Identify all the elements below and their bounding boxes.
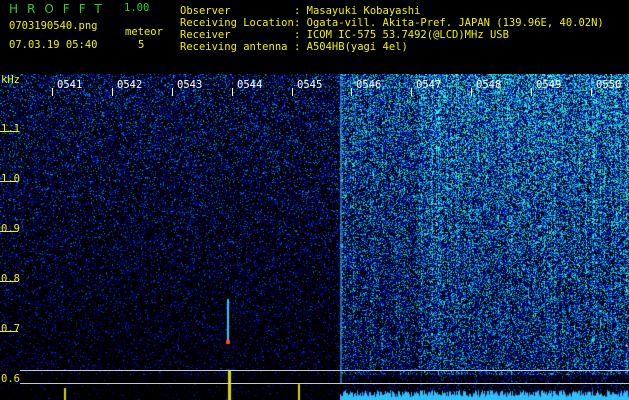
time-tick	[292, 88, 293, 96]
time-tick	[591, 88, 592, 96]
time-label: 0541	[57, 79, 83, 91]
time-tick	[411, 88, 412, 96]
time-tick	[351, 88, 352, 96]
time-tick	[232, 88, 233, 96]
time-label: 0547	[416, 79, 442, 91]
time-tick	[52, 88, 53, 96]
freq-label: 1.0	[1, 173, 20, 185]
freq-tick	[0, 231, 18, 232]
freq-label: 0.9	[1, 223, 20, 235]
meteor-count: 5	[138, 39, 145, 51]
location-label: Receiving Location	[180, 17, 294, 29]
receiver-label: Receiver	[180, 29, 231, 41]
meteor-label: meteor	[125, 26, 163, 38]
time-tick	[112, 88, 113, 96]
time-tick	[531, 88, 532, 96]
freq-tick	[0, 181, 18, 182]
time-label: 0550	[596, 79, 622, 91]
freq-label: 0.6	[1, 373, 20, 385]
reference-line	[20, 370, 629, 371]
freq-label: 0.8	[1, 273, 20, 285]
time-label: 0548	[476, 79, 502, 91]
app-logo: HROFFT	[9, 2, 111, 16]
observer-label: Observer	[180, 5, 231, 17]
reference-line	[20, 383, 629, 384]
time-label: 0544	[237, 79, 263, 91]
antenna-label: Receiving antenna	[180, 41, 288, 53]
time-label: 0545	[297, 79, 323, 91]
freq-tick	[0, 131, 18, 132]
freq-tick	[0, 331, 18, 332]
time-label: 0543	[177, 79, 203, 91]
observer-value: : Masayuki Kobayashi	[294, 5, 421, 17]
time-tick	[172, 88, 173, 96]
image-filename: 0703190540.png	[9, 20, 98, 32]
app-version: 1.00	[124, 2, 150, 14]
location-value: : Ogata-vill. Akita-Pref. JAPAN (139.96E…	[294, 17, 604, 29]
freq-tick	[0, 281, 18, 282]
image-datetime: 07.03.19 05:40	[9, 39, 98, 51]
header-panel: HROFFT 1.00 0703190540.png 07.03.19 05:4…	[0, 0, 629, 74]
freq-label: 1.1	[1, 123, 20, 135]
time-label: 0542	[117, 79, 143, 91]
receiver-value: : ICOM IC-575 53.7492(@LCD)MHz USB	[294, 29, 509, 41]
time-tick	[471, 88, 472, 96]
freq-label: 0.7	[1, 323, 20, 335]
time-label: 0546	[356, 79, 382, 91]
time-label: 0549	[536, 79, 562, 91]
spectrogram-canvas	[0, 74, 629, 400]
freq-unit: kHz	[1, 74, 20, 86]
antenna-value: : A504HB(yagi 4el)	[294, 41, 408, 53]
